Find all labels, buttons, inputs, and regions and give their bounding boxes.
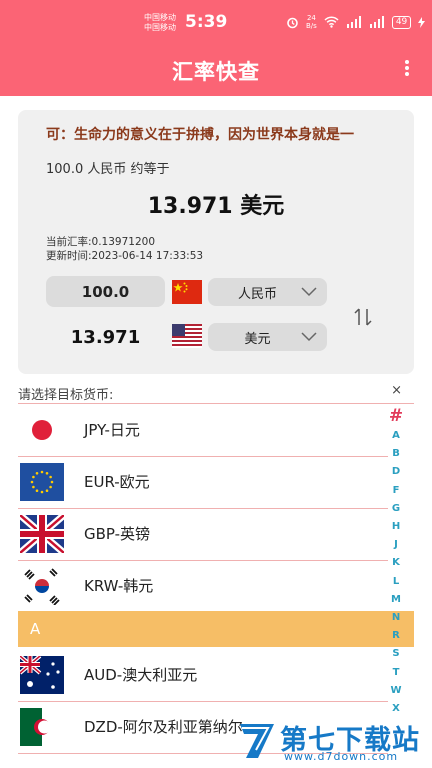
japan-flag-icon <box>20 411 64 449</box>
korea-flag-icon <box>20 567 64 605</box>
index-letter[interactable]: L <box>388 573 404 591</box>
alphabet-index[interactable]: # A B D F G H J K L M N R S T W X <box>388 405 404 718</box>
currency-label: EUR-欧元 <box>84 473 150 491</box>
section-letter: A <box>30 620 41 638</box>
carrier-2: 中国移动 <box>144 23 176 32</box>
currency-list-header: 请选择目标货币: × <box>18 383 414 404</box>
carrier-label: 中国移动 中国移动 <box>144 13 176 33</box>
section-header-a: A <box>18 611 414 647</box>
signal-icon-2 <box>369 16 384 28</box>
australia-flag-icon <box>20 656 64 694</box>
index-letter[interactable]: K <box>388 554 404 572</box>
menu-dot-icon <box>405 72 409 76</box>
watermark-logo-icon <box>240 724 274 758</box>
page-title: 汇率快查 <box>172 60 260 84</box>
converter-card: 可：生命力的意义在于拚搏，因为世界本身就是一 100.0 人民币 约等于 13.… <box>18 110 414 374</box>
carrier-1: 中国移动 <box>144 13 176 22</box>
index-letter[interactable]: H <box>388 518 404 536</box>
overflow-menu-button[interactable] <box>402 58 412 78</box>
index-letter[interactable]: B <box>388 445 404 463</box>
index-letter[interactable]: T <box>388 664 404 682</box>
currency-row-eur[interactable]: EUR-欧元 <box>18 457 388 509</box>
swap-arrows-icon[interactable] <box>352 306 374 328</box>
index-letter[interactable]: D <box>388 463 404 481</box>
app-header: 中国移动 中国移动 5:39 24 B/s 49 汇率快查 <box>0 0 432 96</box>
watermark-url: www.d7down.com <box>284 750 399 763</box>
source-currency-select[interactable]: 人民币 <box>208 278 327 306</box>
currency-label: JPY-日元 <box>84 421 140 439</box>
conversion-result: 13.971 美元 <box>147 194 285 219</box>
currency-row-gbp[interactable]: GBP-英镑 <box>18 509 388 561</box>
net-speed-top: 24 <box>306 14 316 22</box>
chevron-down-icon <box>301 332 317 342</box>
index-letter[interactable]: F <box>388 482 404 500</box>
signal-icon-1 <box>346 16 361 28</box>
watermark: 第七下载站 www.d7down.com <box>236 716 426 766</box>
target-currency-select[interactable]: 美元 <box>208 323 327 351</box>
target-amount: 13.971 <box>70 326 141 348</box>
battery-icon: 49 <box>391 15 412 29</box>
currency-row-krw[interactable]: KRW-韩元 <box>18 561 388 613</box>
index-letter[interactable]: M <box>388 591 404 609</box>
uk-flag-icon <box>20 515 64 553</box>
index-hash[interactable]: # <box>388 405 404 427</box>
menu-dot-icon <box>405 60 409 64</box>
list-header-label: 请选择目标货币: <box>18 388 114 403</box>
china-flag-icon <box>172 280 202 304</box>
index-letter[interactable]: A <box>388 427 404 445</box>
net-speed: 24 B/s <box>306 14 317 30</box>
eu-flag-icon <box>20 463 64 501</box>
alarm-icon <box>287 17 298 28</box>
currency-label: AUD-澳大利亚元 <box>84 666 198 684</box>
index-letter[interactable]: W <box>388 682 404 700</box>
amount-summary: 100.0 人民币 约等于 <box>46 162 170 177</box>
current-rate: 当前汇率:0.13971200 <box>46 236 155 248</box>
currency-label: DZD-阿尔及利亚第纳尔 <box>84 718 243 736</box>
index-letter[interactable]: G <box>388 500 404 518</box>
index-letter[interactable]: S <box>388 645 404 663</box>
currency-label: GBP-英镑 <box>84 525 151 543</box>
index-letter[interactable]: R <box>388 627 404 645</box>
source-amount-input[interactable]: 100.0 <box>46 276 165 307</box>
menu-dot-icon <box>405 66 409 70</box>
index-letter[interactable]: J <box>388 536 404 554</box>
charging-icon <box>418 16 426 28</box>
currency-row-jpy[interactable]: JPY-日元 <box>18 405 388 457</box>
algeria-flag-icon <box>20 708 64 746</box>
currency-label: KRW-韩元 <box>84 577 154 595</box>
chevron-down-icon <box>301 287 317 297</box>
motto-marquee: 可：生命力的意义在于拚搏，因为世界本身就是一 <box>46 127 354 143</box>
wifi-icon <box>324 16 339 28</box>
net-speed-bottom: B/s <box>306 22 317 30</box>
usa-flag-icon <box>172 324 202 348</box>
close-icon[interactable]: × <box>391 383 402 398</box>
status-icons: 24 B/s 49 <box>286 14 426 30</box>
update-time: 更新时间:2023-06-14 17:33:53 <box>46 250 204 262</box>
status-clock: 5:39 <box>185 12 228 32</box>
index-letter[interactable]: N <box>388 609 404 627</box>
currency-row-aud[interactable]: AUD-澳大利亚元 <box>18 650 388 702</box>
status-bar: 中国移动 中国移动 5:39 24 B/s 49 <box>0 0 432 42</box>
